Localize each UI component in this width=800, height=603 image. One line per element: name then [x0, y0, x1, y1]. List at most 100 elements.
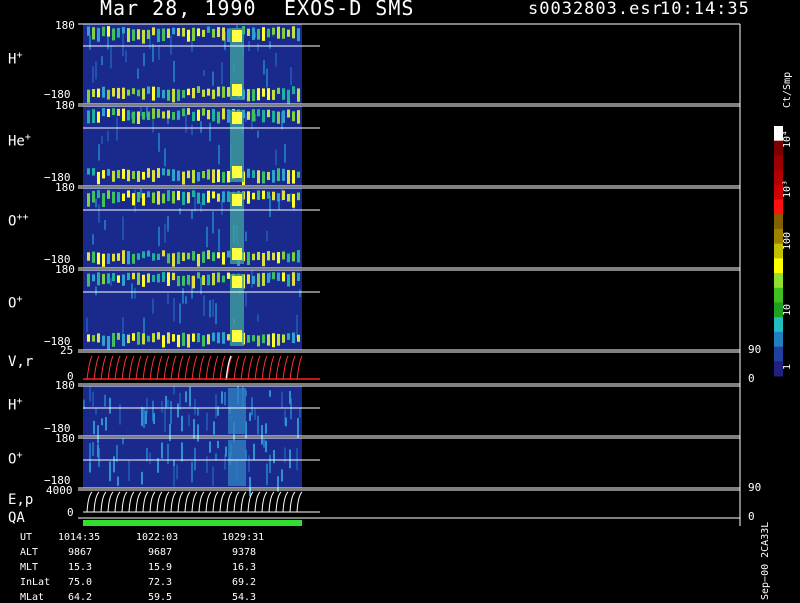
spectrogram-cell — [207, 334, 210, 345]
spectrogram-cell — [177, 334, 180, 348]
spectrogram-cell — [272, 110, 275, 123]
spectrogram-cell — [92, 335, 95, 342]
spectrogram-cell — [257, 273, 260, 287]
spectrogram-cell — [185, 296, 187, 304]
energy-trace — [121, 491, 128, 513]
spectrogram-cell — [272, 27, 275, 35]
footer-mlt-value: 15.9 — [148, 562, 173, 573]
spectrogram-cell — [267, 334, 270, 346]
spectrogram-cell — [122, 438, 124, 445]
spectrogram-cell — [212, 211, 214, 234]
spectrogram-cell — [227, 109, 230, 123]
spectrogram-cell — [217, 193, 220, 202]
spectrogram-cell — [281, 469, 283, 482]
spectrogram-cell — [162, 272, 165, 282]
spectrogram-cell — [109, 461, 111, 482]
spectrogram-cell — [187, 252, 190, 260]
spectrogram-cell — [247, 168, 250, 178]
spectrogram-cell — [167, 443, 169, 464]
spectrogram-cell — [162, 28, 165, 42]
spectrogram-cell — [87, 26, 90, 36]
spectrogram-cell — [191, 461, 193, 483]
spectrogram-cell — [122, 27, 125, 34]
footer-mlat-value: 59.5 — [148, 592, 173, 603]
spectrogram-cell — [227, 272, 230, 279]
spectrogram-cell — [153, 413, 155, 425]
spectrogram-cell — [132, 333, 135, 341]
spectrogram-cell — [187, 108, 190, 115]
spectrogram-cell — [232, 276, 242, 288]
spectrogram-cell — [222, 252, 225, 265]
spectrogram-cell — [269, 196, 271, 218]
spectrogram-cell — [262, 252, 265, 267]
spectrogram-cell — [263, 60, 265, 75]
spectrogram-cell — [112, 28, 115, 41]
spectrogram-cell — [252, 109, 255, 122]
colorbar-swatch — [774, 155, 783, 171]
spectrogram-cell — [212, 71, 214, 86]
spectrogram-cell — [197, 407, 199, 416]
spectrogram-cell — [172, 111, 175, 120]
footer-label-ut: UT — [20, 532, 33, 543]
spectrogram-cell — [297, 250, 300, 263]
spectrogram-cell — [132, 272, 135, 280]
spectrogram-cell — [122, 168, 125, 179]
spectrogram-cell — [143, 52, 145, 67]
spectrogram-cell — [149, 452, 151, 464]
footer-label-mlat: MLat — [20, 592, 45, 603]
spectrogram-cell — [173, 386, 175, 395]
y-tick-top: 25 — [60, 344, 74, 357]
colorbar-label-1000: 10³ — [782, 179, 793, 198]
footer-alt-value: 9687 — [148, 547, 173, 558]
spectrogram-cell — [247, 274, 250, 284]
colorbar-swatch — [774, 214, 783, 230]
spectrogram-cell — [282, 334, 285, 343]
spectrogram-cell — [179, 392, 181, 410]
spectrogram-cell — [185, 114, 187, 133]
spectrogram-cell — [92, 168, 95, 176]
spectrogram-cell — [97, 444, 99, 458]
spectrogram-cell — [182, 89, 185, 98]
spectrogram-cell — [102, 170, 105, 179]
spectrogram-cell — [267, 273, 270, 283]
energy-trace — [128, 491, 135, 513]
spectrogram-cell — [287, 109, 290, 118]
spectrogram-cell — [272, 333, 275, 348]
spectrogram-cell — [232, 166, 242, 178]
energy-trace — [135, 491, 142, 513]
spectrogram-cell — [278, 201, 280, 211]
spectrogram-cell — [110, 277, 112, 286]
spectrogram-cell — [122, 32, 124, 56]
energy-trace — [100, 491, 107, 513]
spectrogram-cell — [176, 464, 178, 480]
spectrogram-cell — [97, 27, 100, 42]
spectrogram-cell — [192, 111, 195, 122]
spectrogram-cell — [128, 459, 130, 482]
spectrogram-cell — [157, 86, 160, 98]
spectrogram-cell — [227, 191, 230, 202]
energy-trace — [233, 491, 240, 513]
spectrogram-cell — [202, 275, 205, 286]
spectrogram-cell — [137, 332, 140, 345]
spectrogram-cell — [292, 193, 295, 208]
spectrogram-cell — [110, 45, 112, 69]
spectrogram-cell — [207, 169, 210, 180]
spectrogram-cell — [257, 314, 259, 322]
spectrogram-cell — [267, 28, 270, 38]
spectrogram-cell — [251, 397, 253, 416]
spectrogram-cell — [257, 335, 260, 347]
spectrogram-cell — [228, 440, 246, 486]
spectrogram-cell — [212, 272, 215, 286]
spectrogram-cell — [132, 88, 135, 95]
spectrogram-cell — [92, 274, 95, 282]
spectrogram-cell — [137, 253, 140, 260]
spectrogram-cell — [132, 253, 135, 264]
spectrogram-cell — [299, 289, 301, 298]
spectrogram-cell — [122, 193, 125, 202]
spectrogram-cell — [117, 476, 119, 486]
energy-trace — [191, 491, 198, 513]
spectrogram-cell — [95, 61, 97, 80]
spectrogram-cell — [87, 168, 90, 175]
spectrogram-cell — [152, 86, 155, 101]
panel-label-o-plusplus: O++ — [8, 212, 29, 230]
